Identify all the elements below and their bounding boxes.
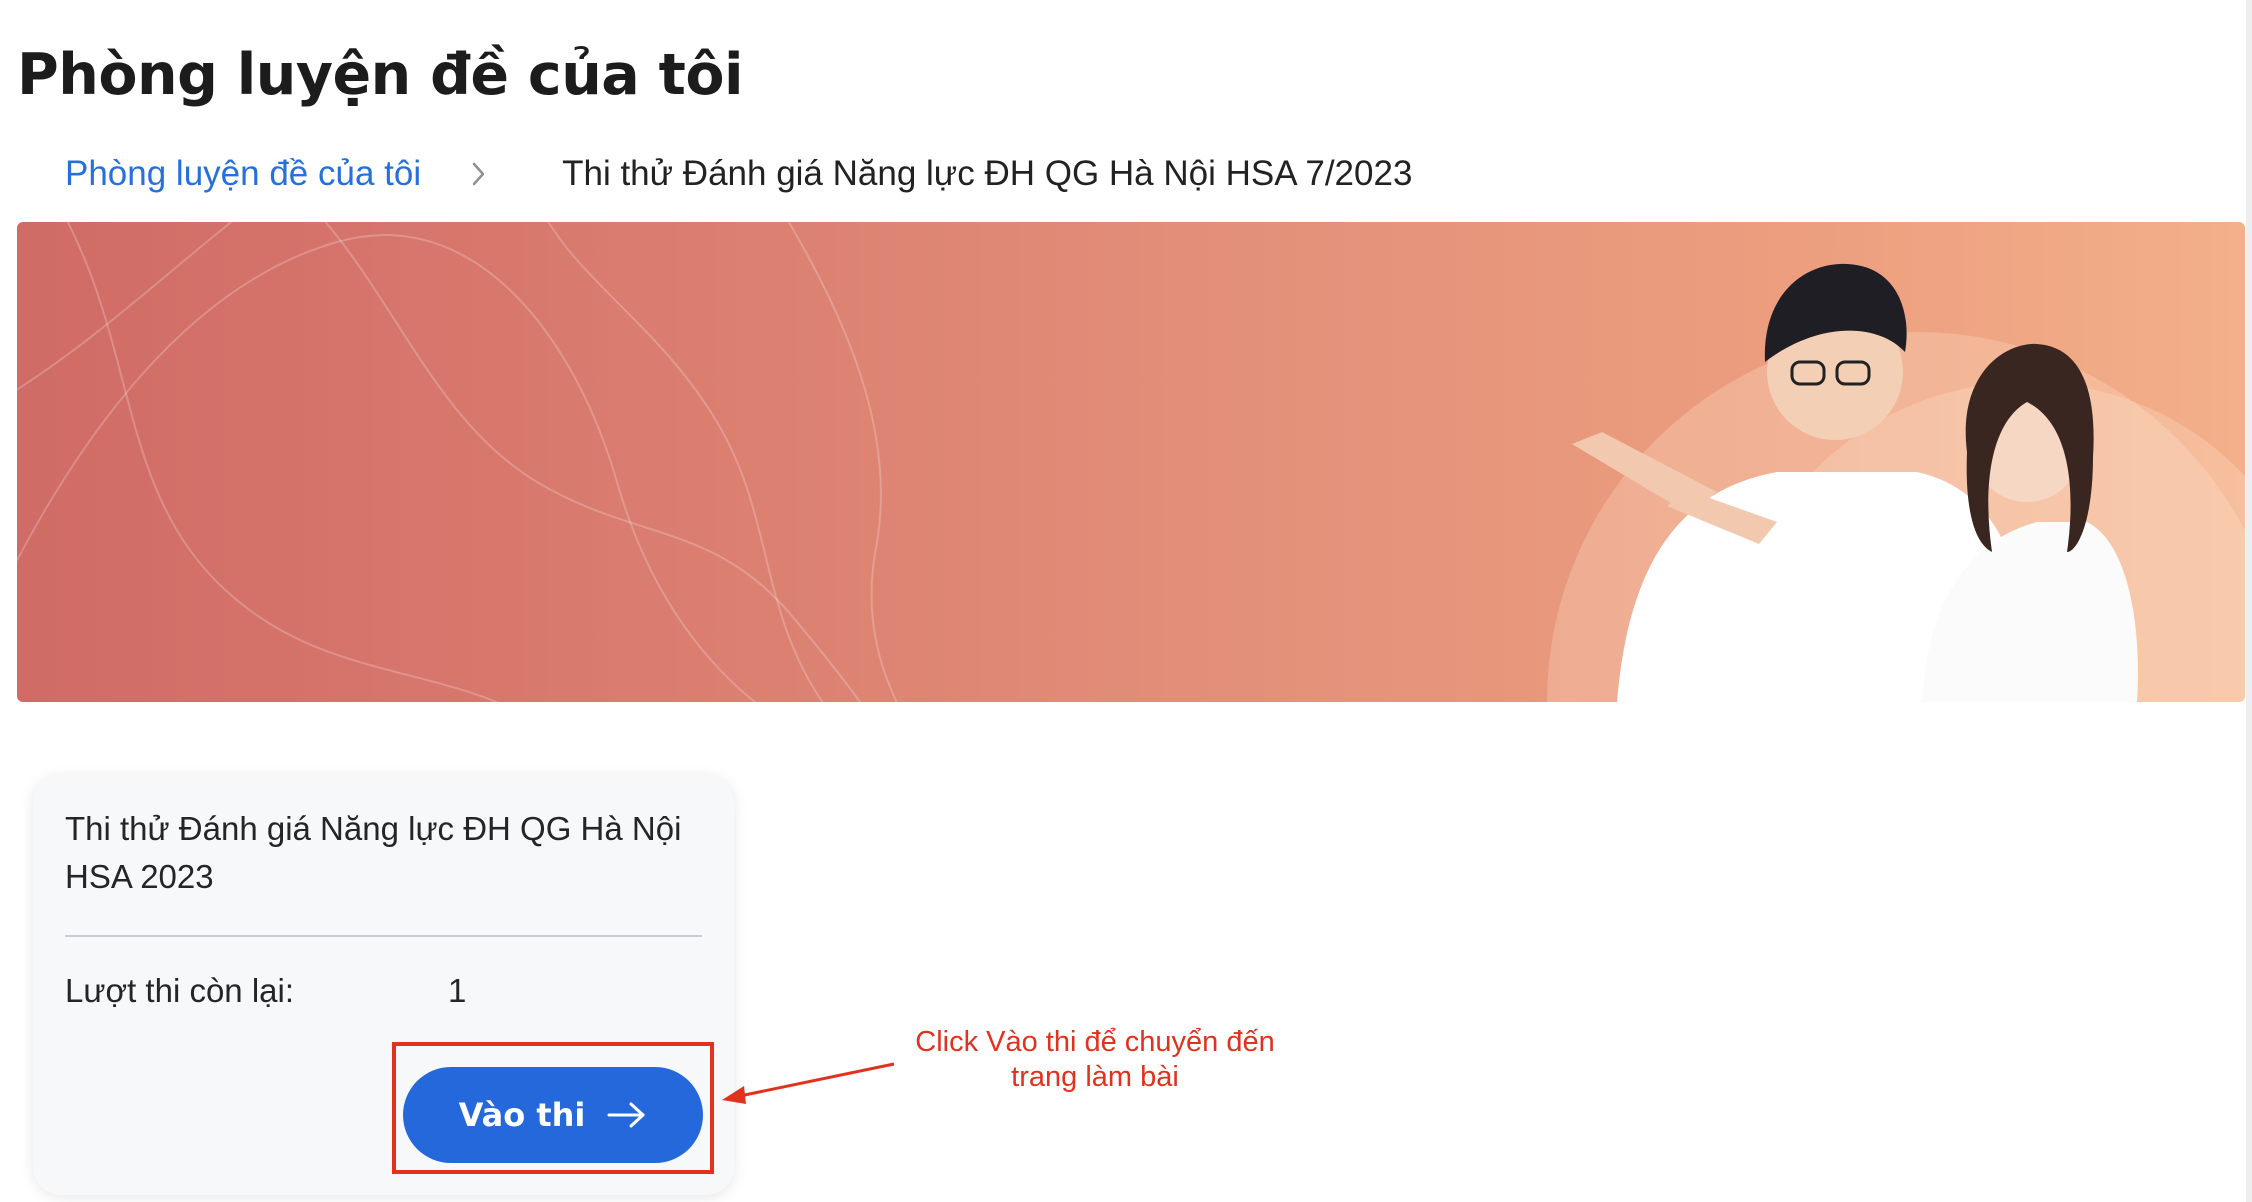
page-title: Phòng luyện đề của tôi — [17, 42, 744, 108]
enter-exam-button-label: Vào thi — [458, 1096, 586, 1134]
students-illustration — [1572, 263, 2138, 702]
banner-background-illustration — [17, 222, 2245, 702]
chevron-right-icon — [471, 161, 487, 187]
breadcrumb: Phòng luyện đề của tôi Thi thử Đánh giá … — [65, 148, 1412, 200]
exam-card: Thi thử Đánh giá Năng lực ĐH QG Hà Nội H… — [33, 775, 734, 1195]
annotation-line-1: Click Vào thi để chuyển đến — [915, 1026, 1275, 1058]
annotation-arrow-icon — [722, 1062, 895, 1104]
annotation-note: Click Vào thi để chuyển đến trang làm bà… — [890, 1025, 1300, 1095]
exam-card-title: Thi thử Đánh giá Năng lực ĐH QG Hà Nội H… — [65, 810, 682, 895]
remaining-attempts-label: Lượt thi còn lại: — [65, 972, 295, 1009]
enter-exam-button[interactable]: Vào thi — [403, 1067, 703, 1163]
annotation-line-2: trang làm bài — [1011, 1061, 1179, 1093]
remaining-attempts-value: 1 — [448, 972, 467, 1009]
breadcrumb-current: Thi thử Đánh giá Năng lực ĐH QG Hà Nội H… — [562, 154, 1413, 193]
arrow-right-icon — [607, 1101, 647, 1129]
page-scrollbar[interactable] — [2246, 0, 2252, 1202]
card-divider — [65, 935, 702, 937]
breadcrumb-link-my-practice-room[interactable]: Phòng luyện đề của tôi — [65, 154, 421, 194]
exam-banner — [17, 222, 2245, 702]
